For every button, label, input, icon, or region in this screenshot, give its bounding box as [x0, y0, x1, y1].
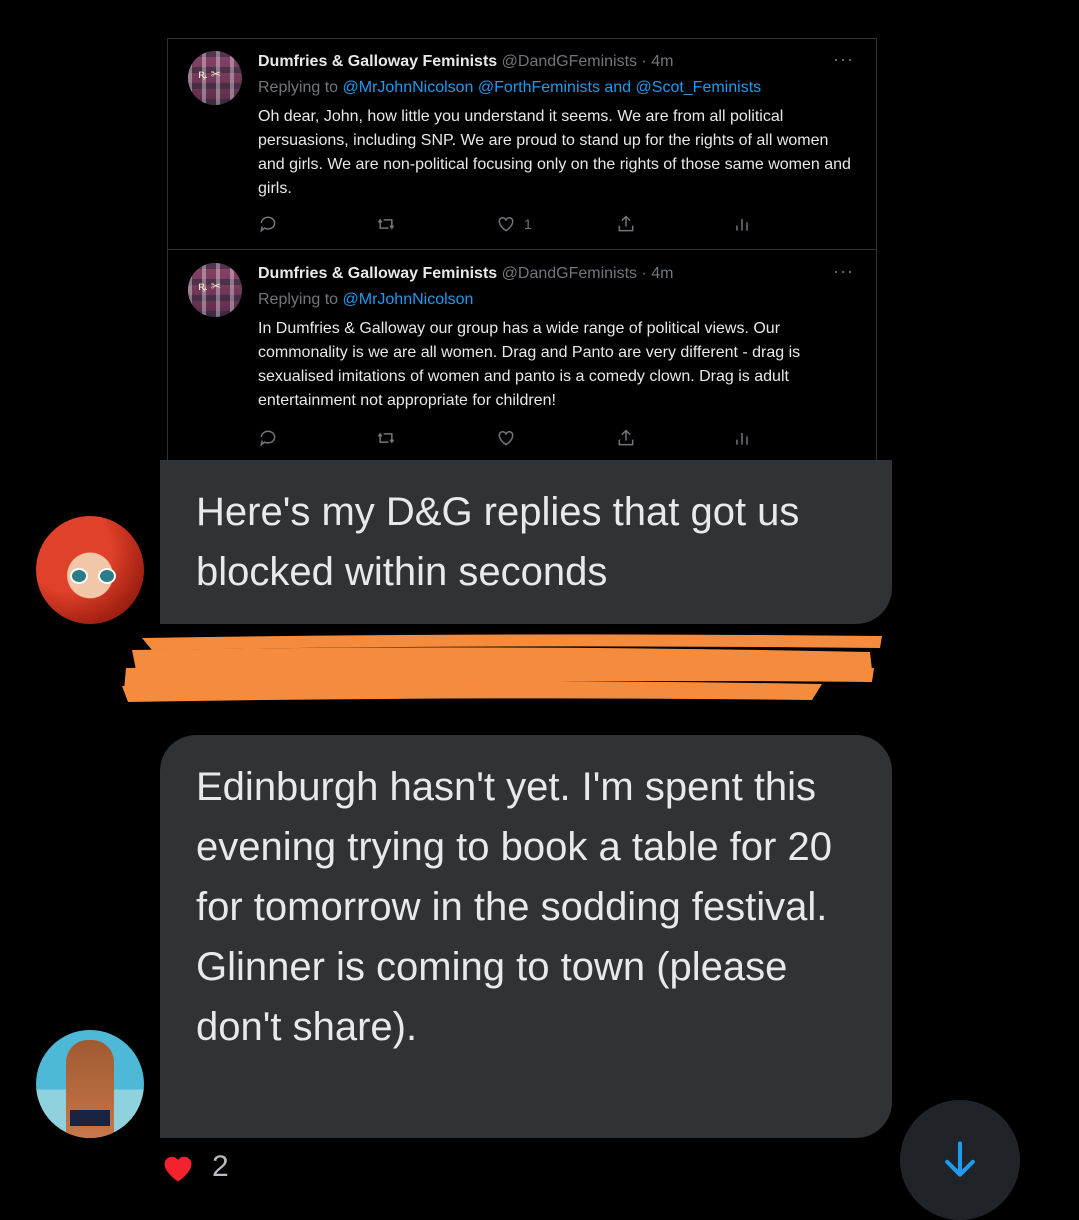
replying-to-handles: @MrJohnNicolson @ForthFeminists and @Sco…: [342, 79, 762, 96]
replying-to-handles: @MrJohnNicolson: [342, 291, 474, 308]
replying-to: Replying to @MrJohnNicolson: [258, 291, 474, 308]
author-avatar: ꝶ ✂: [188, 51, 242, 105]
tweet-actions: [258, 427, 778, 451]
retweet-icon: [376, 213, 396, 235]
more-options-icon: ···: [833, 261, 854, 281]
author-name: Dumfries & Galloway Feminists: [258, 265, 498, 282]
analytics-icon: [732, 427, 752, 449]
reaction-count: 2: [212, 1150, 229, 1183]
embedded-tweet-screenshot: ꝶ ✂ Dumfries & Galloway Feminists @DandG…: [167, 38, 877, 461]
message-text: Here's my D&G replies that got us blocke…: [196, 490, 800, 594]
sender-avatar[interactable]: [36, 1030, 144, 1138]
replying-to: Replying to @MrJohnNicolson @ForthFemini…: [258, 79, 762, 96]
tweet-actions: 1: [258, 213, 778, 237]
more-options-icon: ···: [833, 49, 854, 69]
tweet-2: ꝶ ✂ Dumfries & Galloway Feminists @DandG…: [168, 251, 876, 461]
redaction-scribble: [122, 634, 882, 702]
author-avatar: ꝶ ✂: [188, 263, 242, 317]
share-icon: [616, 213, 636, 235]
like-icon: [496, 427, 516, 449]
tweet-header: Dumfries & Galloway Feminists @DandGFemi…: [258, 265, 673, 283]
heart-icon[interactable]: [160, 1150, 196, 1186]
sender-avatar[interactable]: [36, 516, 144, 624]
author-handle: @DandGFeminists · 4m: [501, 53, 674, 70]
reply-icon: [258, 213, 278, 235]
tweet-text: Oh dear, John, how little you understand…: [258, 108, 851, 197]
like-action: 1: [496, 213, 532, 235]
author-handle: @DandGFeminists · 4m: [501, 265, 674, 282]
like-icon: [498, 216, 514, 232]
share-icon: [616, 427, 636, 449]
arrow-down-icon: [945, 1141, 975, 1177]
analytics-icon: [732, 213, 752, 235]
message-text: Edinburgh hasn't yet. I'm spent this eve…: [196, 765, 832, 1049]
retweet-icon: [376, 427, 396, 449]
author-name: Dumfries & Galloway Feminists: [258, 53, 498, 70]
like-count: 1: [524, 216, 532, 232]
reply-icon: [258, 427, 278, 449]
tweet-1: ꝶ ✂ Dumfries & Galloway Feminists @DandG…: [168, 39, 876, 250]
message-bubble[interactable]: Edinburgh hasn't yet. I'm spent this eve…: [160, 735, 892, 1138]
scroll-to-bottom-button[interactable]: [900, 1100, 1020, 1220]
message-bubble[interactable]: Here's my D&G replies that got us blocke…: [160, 460, 892, 624]
tweet-header: Dumfries & Galloway Feminists @DandGFemi…: [258, 53, 673, 71]
tweet-text: In Dumfries & Galloway our group has a w…: [258, 320, 801, 409]
